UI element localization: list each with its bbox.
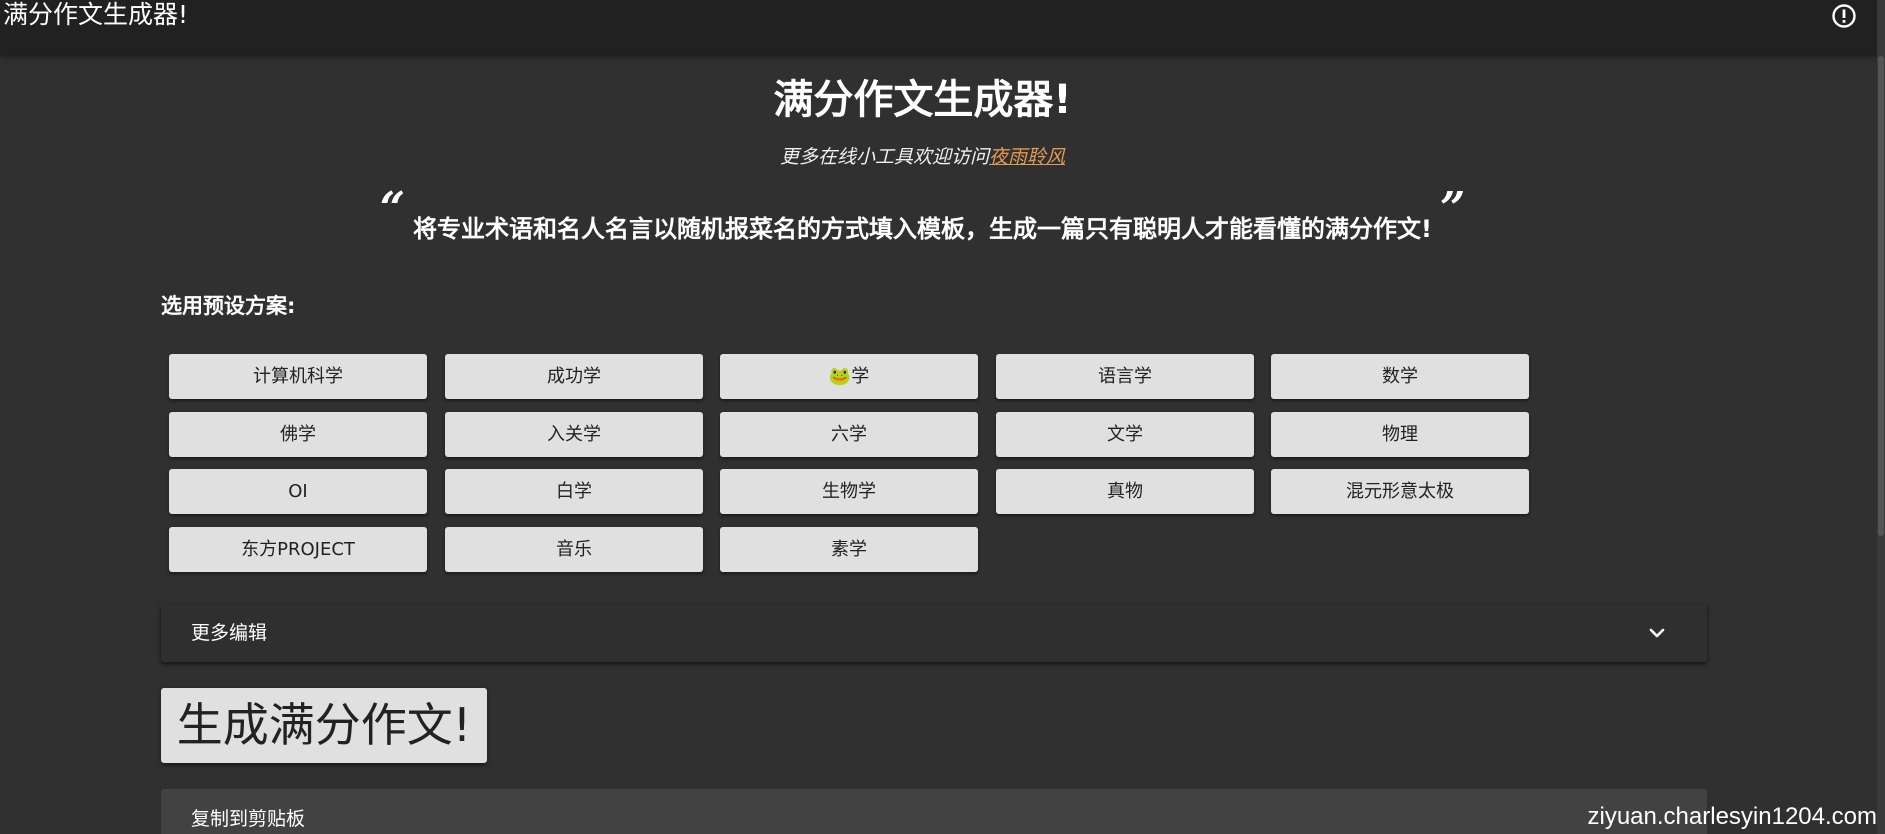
preset-button[interactable]: 音乐 bbox=[445, 527, 703, 572]
preset-button[interactable]: 🐸学 bbox=[720, 354, 978, 399]
preset-button[interactable]: 语言学 bbox=[996, 354, 1254, 399]
preset-button[interactable]: 计算机科学 bbox=[169, 354, 427, 399]
preset-button[interactable]: 生物学 bbox=[720, 469, 978, 514]
preset-label: 选用预设方案: bbox=[161, 294, 296, 318]
preset-button[interactable]: 入关学 bbox=[445, 412, 703, 457]
copy-panel[interactable]: 复制到剪贴板 bbox=[161, 789, 1707, 834]
preset-button[interactable]: 混元形意太极 bbox=[1271, 469, 1529, 514]
site-link[interactable]: 夜雨聆风 bbox=[989, 146, 1065, 168]
preset-button[interactable]: 真物 bbox=[996, 469, 1254, 514]
chevron-down-icon bbox=[1649, 628, 1665, 638]
close-quote-mark: ” bbox=[1439, 183, 1466, 234]
expander-label: 更多编辑 bbox=[191, 622, 268, 644]
open-quote-mark: “ bbox=[379, 183, 406, 234]
subtitle-text: 更多在线小工具欢迎访问 bbox=[779, 146, 989, 168]
subtitle: 更多在线小工具欢迎访问夜雨聆风 bbox=[0, 145, 1845, 169]
watermark: ziyuan.charlesyin1204.com bbox=[1587, 803, 1878, 830]
description-quote: “将专业术语和名人名言以随机报菜名的方式填入模板，生成一篇只有聪明人才能看懂的满… bbox=[0, 187, 1845, 246]
generate-button[interactable]: 生成满分作文! bbox=[161, 688, 487, 763]
preset-button[interactable]: 六学 bbox=[720, 412, 978, 457]
app-bar: 满分作文生成器! bbox=[0, 0, 1885, 54]
preset-button[interactable]: OI bbox=[169, 469, 427, 514]
preset-button[interactable]: 素学 bbox=[720, 527, 978, 572]
preset-button[interactable]: 物理 bbox=[1271, 412, 1529, 457]
page-title: 满分作文生成器! bbox=[773, 77, 1072, 123]
preset-button[interactable]: 成功学 bbox=[445, 354, 703, 399]
preset-button[interactable]: 白学 bbox=[445, 469, 703, 514]
info-icon bbox=[1832, 4, 1856, 28]
preset-button[interactable]: 佛学 bbox=[169, 412, 427, 457]
app-title: 满分作文生成器! bbox=[3, 0, 189, 29]
description-text: 将专业术语和名人名言以随机报菜名的方式填入模板，生成一篇只有聪明人才能看懂的满分… bbox=[413, 215, 1432, 243]
more-edit-expander[interactable]: 更多编辑 bbox=[161, 604, 1707, 662]
copy-to-clipboard-label: 复制到剪贴板 bbox=[191, 808, 306, 830]
scrollbar-thumb[interactable] bbox=[1878, 56, 1884, 536]
preset-button[interactable]: 东方PROJECT bbox=[169, 527, 427, 572]
preset-button[interactable]: 文学 bbox=[996, 412, 1254, 457]
info-button[interactable] bbox=[1830, 2, 1858, 30]
preset-button[interactable]: 数学 bbox=[1271, 354, 1529, 399]
